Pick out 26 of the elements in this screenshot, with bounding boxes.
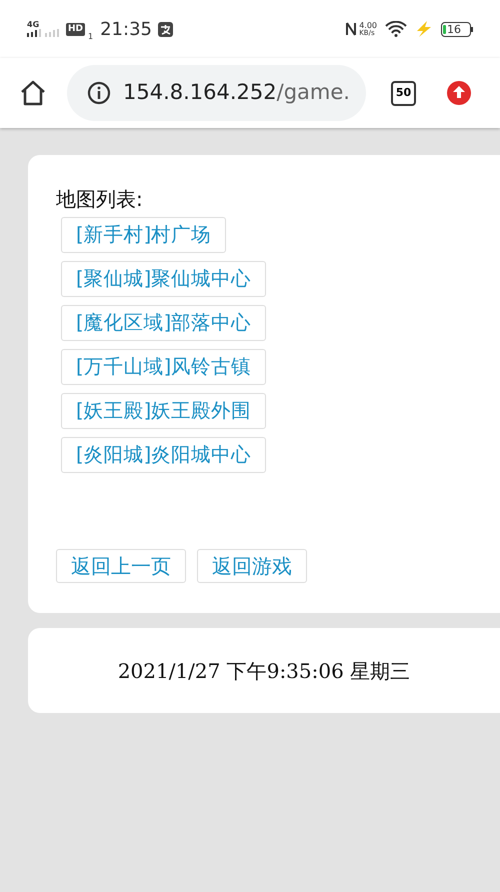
navigation-button[interactable]: 返回游戏 [197,549,307,583]
tab-count-button[interactable]: 50 [391,80,416,106]
map-link-button[interactable]: [妖王殿]妖王殿外围 [61,393,266,429]
map-link-button[interactable]: [万千山域]风铃古镇 [61,349,266,385]
map-link-button[interactable]: [魔化区域]部落中心 [61,305,266,341]
map-link-button[interactable]: [炎阳城]炎阳城中心 [61,437,266,473]
status-time: 21:35 [100,18,152,42]
map-list-title: 地图列表: [56,186,144,213]
hd-badge: HD [66,22,86,36]
map-link-button[interactable]: [聚仙城]聚仙城中心 [61,261,266,297]
wifi-icon [385,21,407,37]
network-type: 4G [27,21,40,29]
sim-number: 1 [88,30,94,42]
payment-app-icon [158,22,173,36]
map-link-button[interactable]: [新手村]村广场 [61,217,226,253]
lightning-icon [415,21,433,37]
url-text: 154.8.164.252/game. [123,79,350,106]
navigation-button[interactable]: 返回上一页 [56,549,186,583]
info-icon[interactable] [87,81,111,105]
battery-indicator: 16 [441,22,473,36]
home-icon[interactable] [19,79,47,107]
speed-value: 4.00 [359,22,377,30]
clock-text: 2021/1/27 下午9:35:06 星期三 [118,658,410,684]
address-bar[interactable]: 154.8.164.252/game. [67,65,366,121]
nfc-icon [345,21,358,37]
upload-icon[interactable] [446,80,472,106]
